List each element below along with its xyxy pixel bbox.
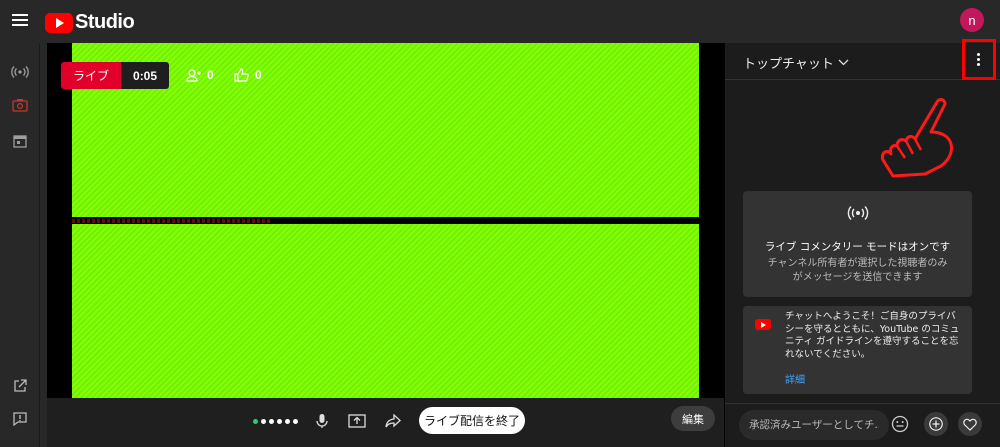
heart-icon bbox=[963, 418, 977, 431]
app-name: Studio bbox=[75, 11, 135, 33]
left-rail bbox=[0, 43, 40, 447]
viewers-icon bbox=[186, 68, 201, 82]
studio-app: Studio n ライブ 0:05 0 0 ライブ配信を終了 編集 トップチャッ… bbox=[0, 0, 1000, 447]
youtube-logo-icon bbox=[755, 319, 771, 330]
commentary-mode-card: ライブ コメンタリー モードはオンです チャンネル所有者が選択した視聴者のみがメ… bbox=[743, 191, 972, 297]
emoji-icon[interactable] bbox=[891, 415, 909, 433]
chat-menu-highlight[interactable] bbox=[962, 39, 996, 80]
welcome-message-card: チャットへようこそ！ご自身のプライバシーを守るとともに、YouTube のコミュ… bbox=[743, 306, 972, 394]
details-link[interactable]: 詳細 bbox=[785, 371, 805, 386]
menu-icon[interactable] bbox=[12, 14, 28, 26]
edit-button[interactable]: 編集 bbox=[671, 406, 715, 431]
camera-icon[interactable] bbox=[10, 95, 30, 115]
feedback-icon[interactable] bbox=[10, 409, 30, 429]
pointing-hand-icon bbox=[881, 98, 953, 178]
avatar[interactable]: n bbox=[960, 8, 984, 32]
chat-panel: トップチャット ライブ コメンタリー モードはオンです チャンネル所有者が選択し… bbox=[724, 39, 1000, 447]
share-icon[interactable] bbox=[382, 410, 404, 432]
chevron-down-icon bbox=[838, 59, 849, 66]
audio-level-indicator bbox=[253, 419, 298, 424]
top-bar: Studio n bbox=[0, 0, 1000, 43]
control-bar: ライブ配信を終了 編集 bbox=[47, 398, 724, 447]
plus-icon bbox=[929, 417, 943, 431]
viewer-count: 0 bbox=[186, 68, 214, 82]
like-count-value: 0 bbox=[255, 68, 262, 82]
video-frame-bottom bbox=[72, 224, 699, 398]
chat-header: トップチャット bbox=[725, 39, 1000, 80]
chat-mode-dropdown[interactable]: トップチャット bbox=[743, 53, 849, 72]
live-status: ライブ 0:05 bbox=[61, 62, 170, 89]
video-preview: ライブ 0:05 0 0 bbox=[47, 43, 724, 398]
share-screen-icon[interactable] bbox=[346, 410, 368, 432]
elapsed-time: 0:05 bbox=[121, 62, 170, 89]
like-count: 0 bbox=[234, 68, 262, 82]
commentary-title: ライブ コメンタリー モードはオンです bbox=[764, 241, 951, 253]
welcome-message: チャットへようこそ！ご自身のプライバシーを守るとともに、YouTube のコミュ… bbox=[785, 311, 960, 360]
video-artifact-line bbox=[72, 219, 272, 223]
broadcast-icon bbox=[743, 205, 972, 225]
end-stream-button[interactable]: ライブ配信を終了 bbox=[419, 407, 525, 434]
live-badge: ライブ bbox=[61, 62, 122, 89]
studio-logo[interactable]: Studio bbox=[45, 11, 135, 34]
youtube-logo-icon bbox=[45, 12, 73, 33]
mic-icon[interactable] bbox=[311, 410, 333, 432]
more-options-icon[interactable] bbox=[977, 53, 981, 66]
chat-input[interactable] bbox=[739, 410, 889, 440]
thumbs-up-icon bbox=[234, 68, 249, 82]
external-link-icon[interactable] bbox=[10, 376, 30, 396]
heart-button[interactable] bbox=[958, 412, 982, 436]
chat-title: トップチャット bbox=[743, 57, 834, 72]
add-button[interactable] bbox=[924, 412, 948, 436]
chat-input-row bbox=[725, 403, 1000, 447]
viewer-count-value: 0 bbox=[207, 68, 214, 82]
commentary-body: チャンネル所有者が選択した視聴者のみがメッセージを送信できます bbox=[767, 258, 948, 283]
calendar-icon[interactable] bbox=[10, 131, 30, 151]
broadcast-icon[interactable] bbox=[10, 62, 30, 82]
